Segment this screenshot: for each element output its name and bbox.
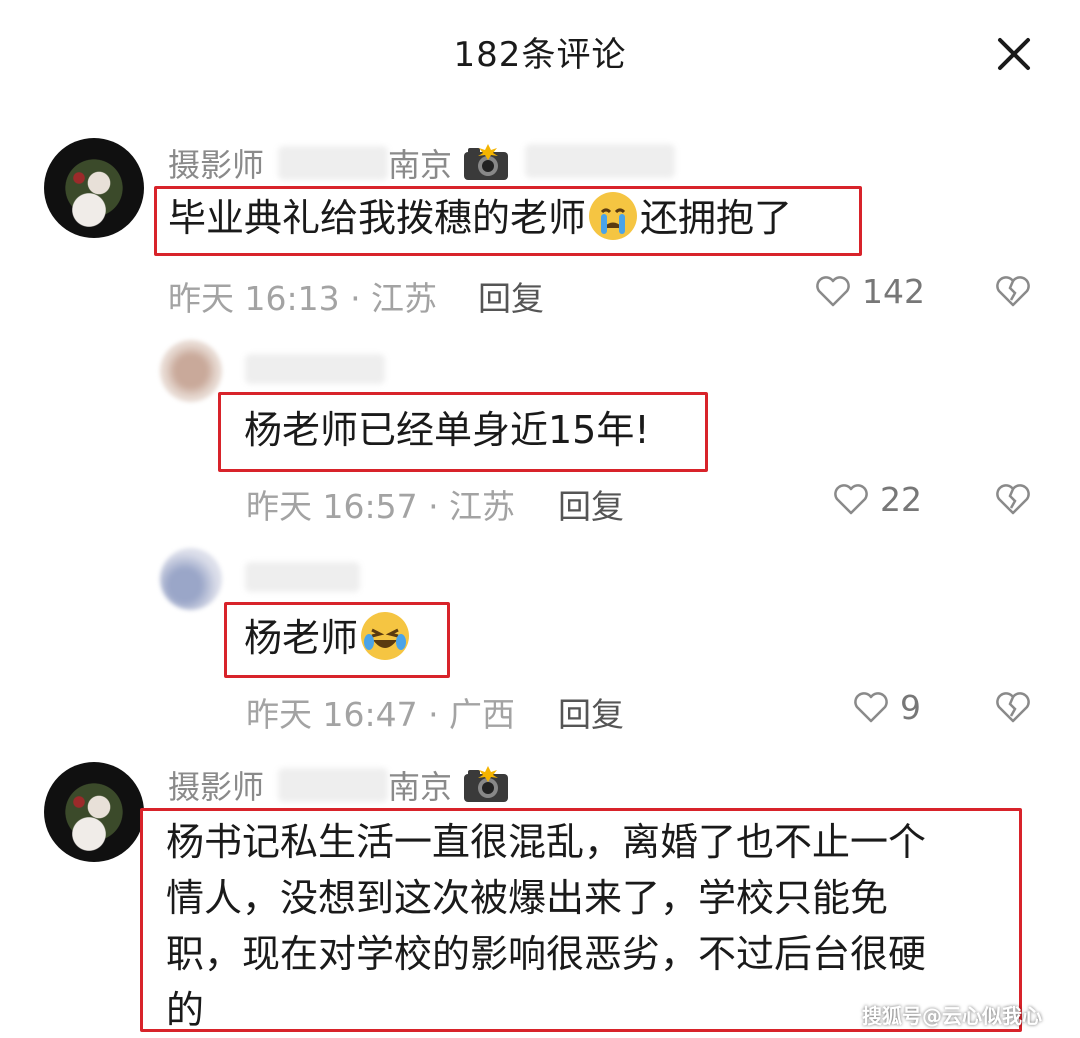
heart-icon bbox=[854, 692, 888, 723]
comment-text-part: 杨老师 bbox=[244, 616, 359, 660]
reply-button[interactable]: 回复 bbox=[478, 272, 544, 320]
camera-icon bbox=[462, 142, 510, 182]
broken-heart-icon bbox=[996, 276, 1030, 307]
comments-count-title: 182条评论 bbox=[453, 35, 627, 75]
like-count: 142 bbox=[862, 272, 925, 311]
blurred-username bbox=[278, 768, 388, 802]
dislike-button[interactable] bbox=[994, 690, 1032, 728]
reply-button[interactable]: 回复 bbox=[558, 480, 624, 528]
blurred-username bbox=[245, 354, 385, 384]
blurred-username bbox=[245, 562, 360, 592]
like-count: 9 bbox=[900, 688, 921, 727]
dislike-button[interactable] bbox=[994, 274, 1032, 312]
laughing-tears-icon bbox=[361, 612, 410, 660]
like-button[interactable] bbox=[814, 274, 852, 312]
close-icon bbox=[998, 38, 1030, 70]
comment-line: 职，现在对学校的影响很恶劣，不过后台很硬 bbox=[166, 932, 927, 976]
like-button[interactable] bbox=[832, 482, 870, 520]
username-location: 南京 bbox=[388, 146, 453, 184]
comment-line: 的 bbox=[166, 988, 205, 1032]
avatar[interactable] bbox=[160, 548, 222, 610]
crying-face-icon bbox=[589, 192, 638, 240]
comment-meta: 昨天 16:13 · 江苏 bbox=[168, 279, 438, 318]
like-button[interactable] bbox=[852, 690, 890, 728]
camera-icon bbox=[462, 764, 510, 804]
comment-text-part: 还拥抱了 bbox=[640, 196, 793, 240]
avatar[interactable] bbox=[44, 138, 144, 238]
comment-text: 毕业典礼给我拨穗的老师 还拥抱了 bbox=[168, 190, 792, 246]
comment-text: 杨老师已经单身近15年! bbox=[244, 408, 650, 452]
broken-heart-icon bbox=[996, 692, 1030, 723]
avatar[interactable] bbox=[44, 762, 144, 862]
comment-text-part: 毕业典礼给我拨穗的老师 bbox=[168, 196, 587, 240]
comment-line: 情人，没想到这次被爆出来了，学校只能免 bbox=[166, 876, 889, 920]
dislike-button[interactable] bbox=[994, 482, 1032, 520]
comment-meta: 昨天 16:57 · 江苏 bbox=[246, 487, 516, 526]
broken-heart-icon bbox=[996, 484, 1030, 515]
comment-text: 杨书记私生活一直很混乱，离婚了也不止一个 情人，没想到这次被爆出来了，学校只能免… bbox=[166, 814, 926, 1038]
blurred-badge bbox=[525, 144, 675, 178]
comment-line: 杨书记私生活一直很混乱，离婚了也不止一个 bbox=[166, 820, 927, 864]
heart-icon bbox=[834, 484, 868, 515]
blurred-username bbox=[278, 146, 388, 180]
reply-button[interactable]: 回复 bbox=[558, 688, 624, 736]
close-button[interactable] bbox=[990, 30, 1038, 78]
like-count: 22 bbox=[880, 480, 922, 519]
comment-meta: 昨天 16:47 · 广西 bbox=[246, 695, 516, 734]
comment-text: 杨老师 bbox=[244, 610, 412, 666]
username-location: 南京 bbox=[388, 768, 453, 806]
username[interactable]: 摄影师 bbox=[168, 762, 264, 808]
watermark: 搜狐号@云心似我心 bbox=[862, 1004, 1042, 1028]
heart-icon bbox=[816, 276, 850, 307]
avatar[interactable] bbox=[160, 340, 222, 402]
username[interactable]: 摄影师 bbox=[168, 140, 264, 186]
